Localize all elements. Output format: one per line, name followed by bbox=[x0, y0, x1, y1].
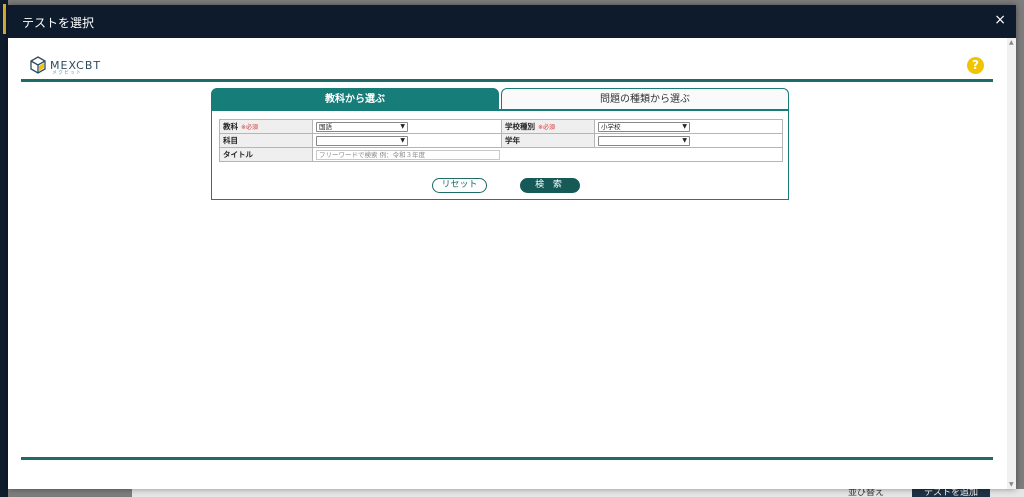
course-select[interactable]: ▼ bbox=[316, 135, 408, 146]
background-add-test-button: テストを追加 bbox=[912, 489, 991, 497]
title-label: タイトル bbox=[223, 150, 253, 159]
school-type-select[interactable]: 小学校 ▼ bbox=[598, 121, 690, 132]
modal-scrollbar[interactable]: ▲ ▼ bbox=[1007, 38, 1016, 489]
subject-select[interactable]: 国語 ▼ bbox=[316, 121, 408, 132]
subject-label-cell: 教科 ※必須 bbox=[219, 119, 313, 134]
tab-bar: 教科から選ぶ 問題の種類から選ぶ bbox=[211, 88, 789, 109]
bottom-divider bbox=[21, 457, 993, 460]
reset-button[interactable]: リセット bbox=[432, 178, 487, 193]
form-row: 教科 ※必須 国語 ▼ 学校種別 ※必須 小学校 ▼ bbox=[219, 119, 783, 134]
title-cell: フリーワードで検索 例：令和３年度 bbox=[312, 147, 783, 162]
chevron-down-icon: ▼ bbox=[682, 136, 687, 144]
title-label-cell: タイトル bbox=[219, 147, 313, 162]
chevron-down-icon: ▼ bbox=[682, 122, 687, 130]
subject-cell: 国語 ▼ bbox=[312, 119, 502, 134]
background-add-test-label: テストを追加 bbox=[924, 489, 979, 497]
background-footer bbox=[132, 489, 1024, 497]
school-type-label-cell: 学校種別 ※必須 bbox=[501, 119, 595, 134]
cube-logo-icon bbox=[30, 56, 46, 74]
required-mark: ※必須 bbox=[241, 124, 259, 131]
brand-subtitle: メクビット bbox=[52, 70, 83, 76]
subject-select-value: 国語 bbox=[319, 122, 332, 131]
search-form-table: 教科 ※必須 国語 ▼ 学校種別 ※必須 小学校 ▼ 科目 ▼ 学年 ▼ タイト… bbox=[219, 119, 783, 162]
tab-by-question-type[interactable]: 問題の種類から選ぶ bbox=[501, 88, 789, 109]
modal-header: テストを選択 × bbox=[8, 5, 1016, 38]
course-cell: ▼ bbox=[312, 133, 502, 148]
modal-title: テストを選択 bbox=[22, 16, 95, 30]
close-icon[interactable]: × bbox=[994, 12, 1006, 28]
sidebar-highlight bbox=[3, 4, 6, 34]
background-sidebar bbox=[0, 0, 8, 497]
grade-label-cell: 学年 bbox=[501, 133, 595, 148]
required-mark: ※必須 bbox=[538, 124, 556, 131]
title-search-input[interactable]: フリーワードで検索 例：令和３年度 bbox=[316, 149, 500, 160]
scroll-up-icon[interactable]: ▲ bbox=[1009, 39, 1014, 46]
course-label: 科目 bbox=[223, 136, 238, 145]
mexcbt-logo: MEXCBT メクビット bbox=[30, 56, 101, 76]
subject-label: 教科 bbox=[223, 122, 238, 131]
search-button[interactable]: 検 索 bbox=[520, 178, 580, 193]
chevron-down-icon: ▼ bbox=[400, 122, 405, 130]
background-sort-button: 並び替え bbox=[848, 489, 884, 497]
top-divider bbox=[21, 79, 993, 82]
background-sort-label: 並び替え bbox=[848, 489, 885, 497]
chevron-down-icon: ▼ bbox=[400, 136, 405, 144]
grade-label: 学年 bbox=[505, 136, 520, 145]
form-row: 科目 ▼ 学年 ▼ bbox=[219, 133, 783, 148]
select-test-modal: テストを選択 × MEXCBT メクビット ? 教科から選ぶ 問題の種類から選ぶ… bbox=[8, 5, 1016, 489]
grade-cell: ▼ bbox=[594, 133, 783, 148]
grade-select[interactable]: ▼ bbox=[598, 135, 690, 146]
search-panel: 教科 ※必須 国語 ▼ 学校種別 ※必須 小学校 ▼ 科目 ▼ 学年 ▼ タイト… bbox=[211, 109, 789, 200]
form-row: タイトル フリーワードで検索 例：令和３年度 bbox=[219, 147, 783, 162]
school-type-label: 学校種別 bbox=[505, 122, 535, 131]
course-label-cell: 科目 bbox=[219, 133, 313, 148]
scroll-down-icon[interactable]: ▼ bbox=[1009, 481, 1014, 488]
help-icon[interactable]: ? bbox=[967, 57, 984, 74]
school-type-cell: 小学校 ▼ bbox=[594, 119, 783, 134]
school-type-select-value: 小学校 bbox=[601, 122, 621, 131]
tab-by-subject[interactable]: 教科から選ぶ bbox=[211, 88, 499, 109]
